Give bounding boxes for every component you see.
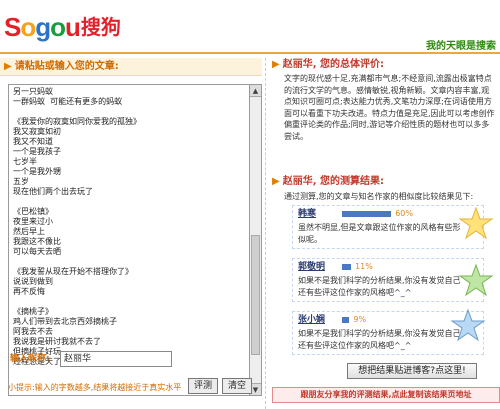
header-divider (0, 52, 500, 54)
star-icon (458, 263, 494, 299)
nickname-label: 输入昵称: (10, 354, 50, 364)
similarity-bar-fill (342, 211, 392, 217)
star-icon (458, 206, 494, 242)
input-panel-title-text: 请粘贴或输入您的文章: (14, 61, 119, 72)
similarity-bar-fill (342, 317, 350, 323)
scroll-up-arrow-icon[interactable]: ▲ (250, 85, 261, 97)
logo-letter: o (50, 12, 66, 42)
logo-letter: o (20, 12, 36, 42)
result-text: 如果不是我们科学的分析结果,你没有发觉自己还有些评这位作家的风格吧^_^ (298, 276, 461, 297)
similarity-percent: 9% (353, 315, 367, 324)
author-name[interactable]: 韩寒 (298, 208, 316, 220)
overall-eval-title: ▶ 赵丽华, 您的总体评价: (272, 58, 496, 72)
similarity-bar-fill (342, 264, 352, 270)
article-scrollbar[interactable]: ▲ ▼ (250, 84, 262, 396)
input-panel: ▶ 请粘贴或输入您的文章: 另一只蚂蚁 一群蚂蚁 可能还有更多的蚂蚁 《我爱你的寂… (0, 58, 266, 409)
result-subtitle: 通过测算,您的文章与知名作家的相似度比较结果见下: (284, 192, 474, 201)
similarity-percent: 11% (355, 262, 373, 271)
input-panel-title: ▶ 请粘贴或输入您的文章: (0, 58, 262, 76)
result-title-text: 赵丽华, 您的测算结果: (282, 176, 384, 187)
sogou-logo[interactable]: Sogou搜狗 (4, 12, 121, 45)
result-title: ▶ 赵丽华, 您的测算结果: (272, 175, 496, 189)
author-name[interactable]: 郭敬明 (298, 261, 325, 273)
logo-letter: g (35, 12, 51, 42)
result-text: 虽然不明显,但是文章跟这位作家的风格有些形似呢。 (298, 223, 461, 244)
logo-letter: S (4, 12, 21, 42)
scroll-thumb[interactable] (251, 235, 260, 355)
share-to-blog-button[interactable]: 想把结果贴进博客?点这里! (347, 363, 477, 379)
logo-chinese: 搜狗 (80, 17, 121, 39)
header: Sogou搜狗 我的天眼是搜索 (0, 0, 500, 54)
evaluate-button[interactable]: 评测 (188, 378, 218, 394)
overall-eval-title-text: 赵丽华, 您的总体评价: (282, 59, 384, 70)
logo-letter: u (65, 12, 81, 42)
clear-button[interactable]: 清空 (222, 378, 252, 394)
star-icon (450, 308, 486, 344)
author-name[interactable]: 张小娴 (298, 314, 325, 326)
result-panel: ▶ 赵丽华, 您的总体评价: 文字的现代感十足,充满都市气息;不经意间,流露出极富… (272, 58, 500, 409)
article-textarea[interactable]: 另一只蚂蚁 一群蚂蚁 可能还有更多的蚂蚁 《我爱你的寂寞如同你爱我的孤独》 我又… (8, 84, 250, 396)
result-text: 如果不是我们科学的分析结果,你没有发觉自己还有些评这位作家的风格吧^_^ (298, 329, 461, 350)
similarity-percent: 60% (395, 209, 413, 218)
arrow-icon: ▶ (272, 176, 280, 187)
nickname-input[interactable]: 赵丽华 (60, 351, 172, 367)
arrow-icon: ▶ (4, 61, 12, 72)
arrow-icon: ▶ (272, 59, 280, 70)
tip-text: 小提示:输入的字数越多,结果将越接近于真实水平 (8, 383, 182, 392)
share-link-note[interactable]: 跟朋友分享我的评测结果,点此复制该结果页地址 (272, 387, 500, 403)
tagline: 我的天眼是搜索 (426, 41, 496, 52)
overall-eval-text: 文字的现代感十足,充满都市气息;不经意间,流露出极富特点的流行文学的气息。感情敏… (284, 74, 495, 141)
